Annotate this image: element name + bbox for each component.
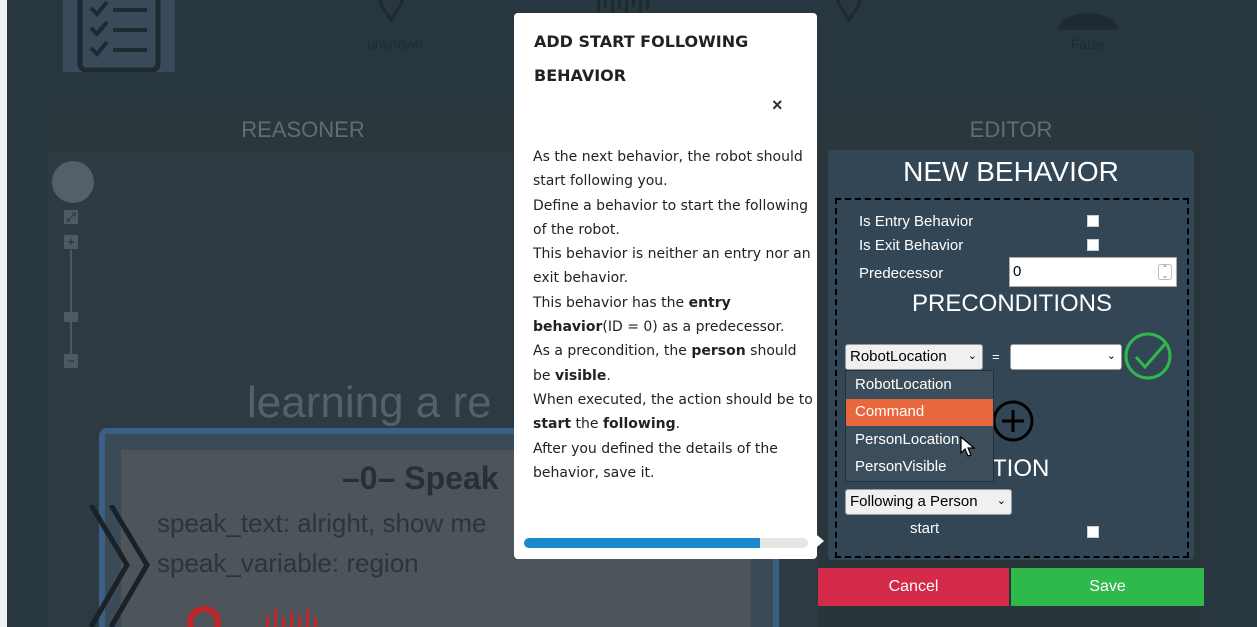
chevron-down-icon: ⌄: [1106, 350, 1116, 362]
tutorial-modal: ADD START FOLLOWING BEHAVIOR × As the ne…: [514, 13, 824, 559]
plus-circle-icon[interactable]: [990, 398, 1036, 444]
person-location-status: [833, 0, 893, 100]
exit-behavior-checkbox[interactable]: [1087, 239, 1099, 251]
visible-value: False: [1070, 36, 1106, 52]
sound-wave-icon: [597, 0, 649, 14]
modal-text: As a precondition, the person should be …: [533, 343, 797, 384]
learning-text: learning a re: [247, 378, 492, 427]
cancel-button[interactable]: Cancel: [818, 568, 1009, 606]
dropdown-option[interactable]: RobotLocation: [846, 372, 993, 399]
zoom-in-icon[interactable]: +: [64, 235, 78, 249]
zoom-handle[interactable]: [64, 312, 78, 322]
tutorial-progress: [524, 538, 808, 548]
location-pin-icon: [836, 0, 862, 23]
start-checkbox[interactable]: [1087, 526, 1099, 538]
predecessor-value: 0: [1013, 263, 1022, 280]
equals-sign: =: [992, 349, 1000, 364]
preconditions-title: PRECONDITIONS: [911, 290, 1112, 317]
tutorial-progress-fill: [524, 538, 760, 548]
precondition-variable-select[interactable]: RobotLocation ⌄: [845, 344, 983, 370]
predecessor-input[interactable]: 0 ⌃ ⌄: [1009, 257, 1177, 287]
dropdown-option[interactable]: PersonVisible: [846, 454, 993, 481]
dropdown-option-highlighted[interactable]: Command: [846, 399, 993, 426]
check-circle-icon[interactable]: [1123, 331, 1175, 383]
zoom-out-icon[interactable]: −: [64, 354, 78, 368]
checklist-icon: [77, 0, 161, 73]
modal-text: When executed, the action should be to s…: [533, 391, 813, 433]
modal-pointer: [817, 535, 824, 547]
predecessor-label: Predecessor: [859, 265, 944, 282]
editor-header: EDITOR: [818, 108, 1204, 152]
precondition-dropdown: RobotLocation Command PersonLocation Per…: [845, 370, 994, 482]
cursor-icon: [960, 436, 976, 457]
node-speak-variable: speak_variable: region: [157, 548, 419, 578]
chevron-down-icon: ⌄: [967, 350, 977, 362]
new-behavior-title: NEW BEHAVIOR: [903, 156, 1119, 187]
person-dome-icon: [1058, 13, 1118, 30]
node-speak-text: speak_text: alright, show me: [157, 508, 487, 538]
chevron-down-icon: ⌄: [996, 495, 1006, 507]
entry-behavior-checkbox[interactable]: [1087, 215, 1099, 227]
start-label: start: [910, 520, 940, 537]
chevron-right-icon: [88, 505, 150, 627]
modal-text: This behavior has the entry behavior(ID …: [533, 294, 785, 336]
exit-behavior-label: Is Exit Behavior: [859, 237, 964, 254]
action-select[interactable]: Following a Person ⌄: [845, 489, 1012, 515]
node-title: –0– Speak: [342, 460, 499, 496]
modal-body: As the next behavior, the robot should s…: [533, 145, 815, 485]
modal-text: After you defined the details of the beh…: [533, 440, 778, 481]
entry-behavior-label: Is Entry Behavior: [859, 213, 974, 230]
robot-location-status: unknown: [365, 0, 425, 100]
modal-text: Define a behavior to start the following…: [533, 197, 809, 238]
save-button[interactable]: Save: [1011, 568, 1204, 606]
number-spinner-icon[interactable]: ⌃ ⌄: [1158, 264, 1172, 280]
precondition-value-select[interactable]: ⌄: [1010, 344, 1122, 370]
action-value: Following a Person: [850, 493, 978, 510]
modal-text: As the next behavior, the robot should s…: [533, 149, 803, 190]
fit-icon[interactable]: ⤢: [64, 210, 78, 224]
location-value: unknown: [366, 36, 424, 52]
checklist-tile[interactable]: [63, 0, 175, 73]
modal-title: ADD START FOLLOWING BEHAVIOR: [534, 32, 749, 85]
precondition-variable-value: RobotLocation: [850, 348, 947, 365]
zoom-track[interactable]: [70, 250, 72, 356]
action-title: TION: [992, 455, 1050, 482]
close-icon[interactable]: ×: [772, 95, 783, 116]
node-icons: [187, 606, 317, 627]
person-visible-status: False: [1053, 0, 1123, 100]
modal-text: This behavior is neither an entry nor an…: [533, 246, 811, 287]
location-pin-icon: [378, 0, 404, 23]
pan-control[interactable]: [52, 161, 94, 203]
app-canvas: unknown False REASONER ⤢ + − learning a …: [7, 0, 1257, 627]
